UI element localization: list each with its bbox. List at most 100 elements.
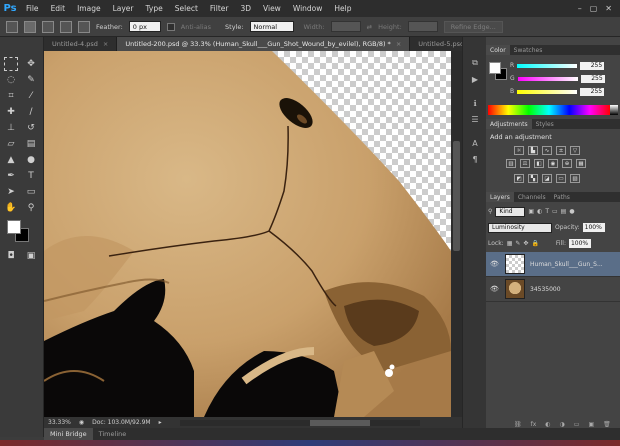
eraser-icon[interactable]: ▱: [4, 137, 18, 151]
lasso-icon[interactable]: ◌: [4, 73, 18, 87]
blur-icon[interactable]: ▲: [4, 153, 18, 167]
blue-slider[interactable]: [517, 89, 578, 94]
color-spectrum-bw[interactable]: [610, 105, 618, 115]
type-icon[interactable]: T: [24, 169, 38, 183]
lock-transparent-icon[interactable]: ▦: [507, 240, 513, 247]
lock-pixels-icon[interactable]: ✎: [515, 240, 520, 247]
add-selection-icon[interactable]: [42, 20, 54, 33]
clone-stamp-icon[interactable]: ⊥: [4, 121, 18, 135]
filter-shape-icon[interactable]: ▭: [552, 208, 558, 215]
layer-mask-icon[interactable]: ◐: [545, 421, 550, 428]
tab-layers[interactable]: Layers: [486, 192, 514, 202]
lock-all-icon[interactable]: 🔒: [531, 240, 538, 247]
color-balance-icon[interactable]: ⚖: [520, 159, 530, 168]
tab-color[interactable]: Color: [486, 45, 510, 55]
kind-filter-select[interactable]: Kind: [495, 206, 526, 217]
channel-mixer-icon[interactable]: ⊕: [562, 159, 572, 168]
link-layers-icon[interactable]: ⛓: [514, 421, 522, 428]
horizontal-scrollbar[interactable]: [179, 419, 420, 426]
width-input[interactable]: [330, 21, 361, 32]
path-selection-icon[interactable]: ➤: [4, 185, 18, 199]
info-icon[interactable]: ℹ: [468, 97, 482, 109]
menu-3d[interactable]: 3D: [234, 4, 257, 13]
color-lookup-icon[interactable]: ▦: [576, 159, 586, 168]
foreground-color-swatch[interactable]: [7, 220, 21, 234]
delete-layer-icon[interactable]: 🗑: [603, 421, 611, 428]
tab-swatches[interactable]: Swatches: [510, 45, 547, 55]
quick-selection-icon[interactable]: ✎: [24, 73, 38, 87]
history-icon[interactable]: ⧉: [468, 57, 482, 69]
tab-close-icon[interactable]: ×: [103, 40, 108, 48]
new-group-icon[interactable]: ▭: [574, 421, 580, 428]
feather-input[interactable]: 0 px: [128, 21, 161, 32]
horizontal-scroll-thumb[interactable]: [309, 419, 370, 426]
tab-styles[interactable]: Styles: [532, 119, 558, 129]
posterize-icon[interactable]: ▚: [528, 174, 538, 183]
pen-icon[interactable]: ✒: [4, 169, 18, 183]
hue-saturation-icon[interactable]: ▥: [506, 159, 516, 168]
style-select[interactable]: Normal: [249, 21, 294, 32]
tab-channels[interactable]: Channels: [514, 192, 550, 202]
spot-healing-icon[interactable]: ✚: [4, 105, 18, 119]
filter-pixel-icon[interactable]: ▣: [528, 208, 534, 215]
new-adjustment-icon[interactable]: ◑: [560, 421, 565, 428]
visibility-eye-icon[interactable]: 👁: [490, 260, 500, 268]
actions-icon[interactable]: ▶: [468, 73, 482, 85]
green-slider[interactable]: [517, 76, 578, 81]
move-icon[interactable]: ✥: [24, 57, 38, 71]
red-slider[interactable]: [517, 63, 578, 68]
menu-file[interactable]: File: [20, 4, 45, 13]
foreground-color-chip[interactable]: [489, 62, 501, 74]
gradient-icon[interactable]: ▤: [24, 137, 38, 151]
filter-smart-icon[interactable]: ▤: [561, 208, 567, 215]
menu-type[interactable]: Type: [140, 4, 169, 13]
menu-view[interactable]: View: [257, 4, 287, 13]
color-spectrum[interactable]: [488, 105, 610, 115]
quick-mask-icon[interactable]: ◘: [4, 249, 18, 263]
zoom-level[interactable]: 33.33%: [48, 419, 71, 426]
menu-window[interactable]: Window: [287, 4, 329, 13]
tab-untitled-200[interactable]: Untitled-200.psd @ 33.3% (Human_Skull___…: [117, 37, 411, 51]
filter-adjustment-icon[interactable]: ◐: [537, 208, 542, 215]
layer-row-34535000[interactable]: 👁 34535000: [486, 277, 620, 302]
menu-filter[interactable]: Filter: [204, 4, 235, 13]
menu-help[interactable]: Help: [328, 4, 357, 13]
brush-icon[interactable]: ∕: [24, 105, 38, 119]
brightness-icon[interactable]: ☼: [514, 146, 524, 155]
zoom-icon[interactable]: ⚲: [24, 201, 38, 215]
hand-icon[interactable]: ✋: [4, 201, 18, 215]
visibility-eye-icon[interactable]: 👁: [490, 285, 500, 293]
tab-timeline[interactable]: Timeline: [93, 428, 133, 440]
maximize-button[interactable]: ▢: [590, 4, 598, 13]
height-input[interactable]: [407, 21, 438, 32]
status-menu-icon[interactable]: ◉: [79, 419, 84, 426]
subtract-selection-icon[interactable]: [60, 20, 72, 33]
properties-icon[interactable]: ☰: [468, 113, 482, 125]
status-arrow-icon[interactable]: ▸: [159, 419, 162, 426]
history-brush-icon[interactable]: ↺: [24, 121, 38, 135]
rectangular-marquee-icon[interactable]: [4, 57, 18, 71]
invert-icon[interactable]: ◩: [514, 174, 524, 183]
vibrance-icon[interactable]: ▽: [570, 146, 580, 155]
dodge-icon[interactable]: ●: [24, 153, 38, 167]
fill-input[interactable]: 100%: [568, 239, 591, 248]
crop-icon[interactable]: ⌗: [4, 89, 18, 103]
threshold-icon[interactable]: ◪: [542, 174, 552, 183]
blend-mode-select[interactable]: Luminosity: [488, 222, 552, 233]
character-icon[interactable]: A: [468, 137, 482, 149]
marquee-tool-preset-icon[interactable]: [6, 20, 18, 33]
levels-icon[interactable]: ▙: [528, 146, 538, 155]
tab-untitled-4[interactable]: Untitled-4.psd ×: [44, 37, 118, 51]
rectangle-icon[interactable]: ▭: [24, 185, 38, 199]
refine-edge-button[interactable]: Refine Edge...: [443, 20, 503, 33]
menu-select[interactable]: Select: [169, 4, 204, 13]
tab-close-icon[interactable]: ×: [396, 40, 401, 48]
opacity-input[interactable]: 100%: [582, 223, 605, 232]
vertical-scroll-thumb[interactable]: [453, 141, 460, 251]
tab-paths[interactable]: Paths: [550, 192, 574, 202]
intersect-selection-icon[interactable]: [78, 20, 90, 33]
new-layer-icon[interactable]: ▣: [588, 421, 594, 428]
photo-filter-icon[interactable]: ◉: [548, 159, 558, 168]
menu-edit[interactable]: Edit: [45, 4, 72, 13]
paragraph-icon[interactable]: ¶: [468, 153, 482, 165]
